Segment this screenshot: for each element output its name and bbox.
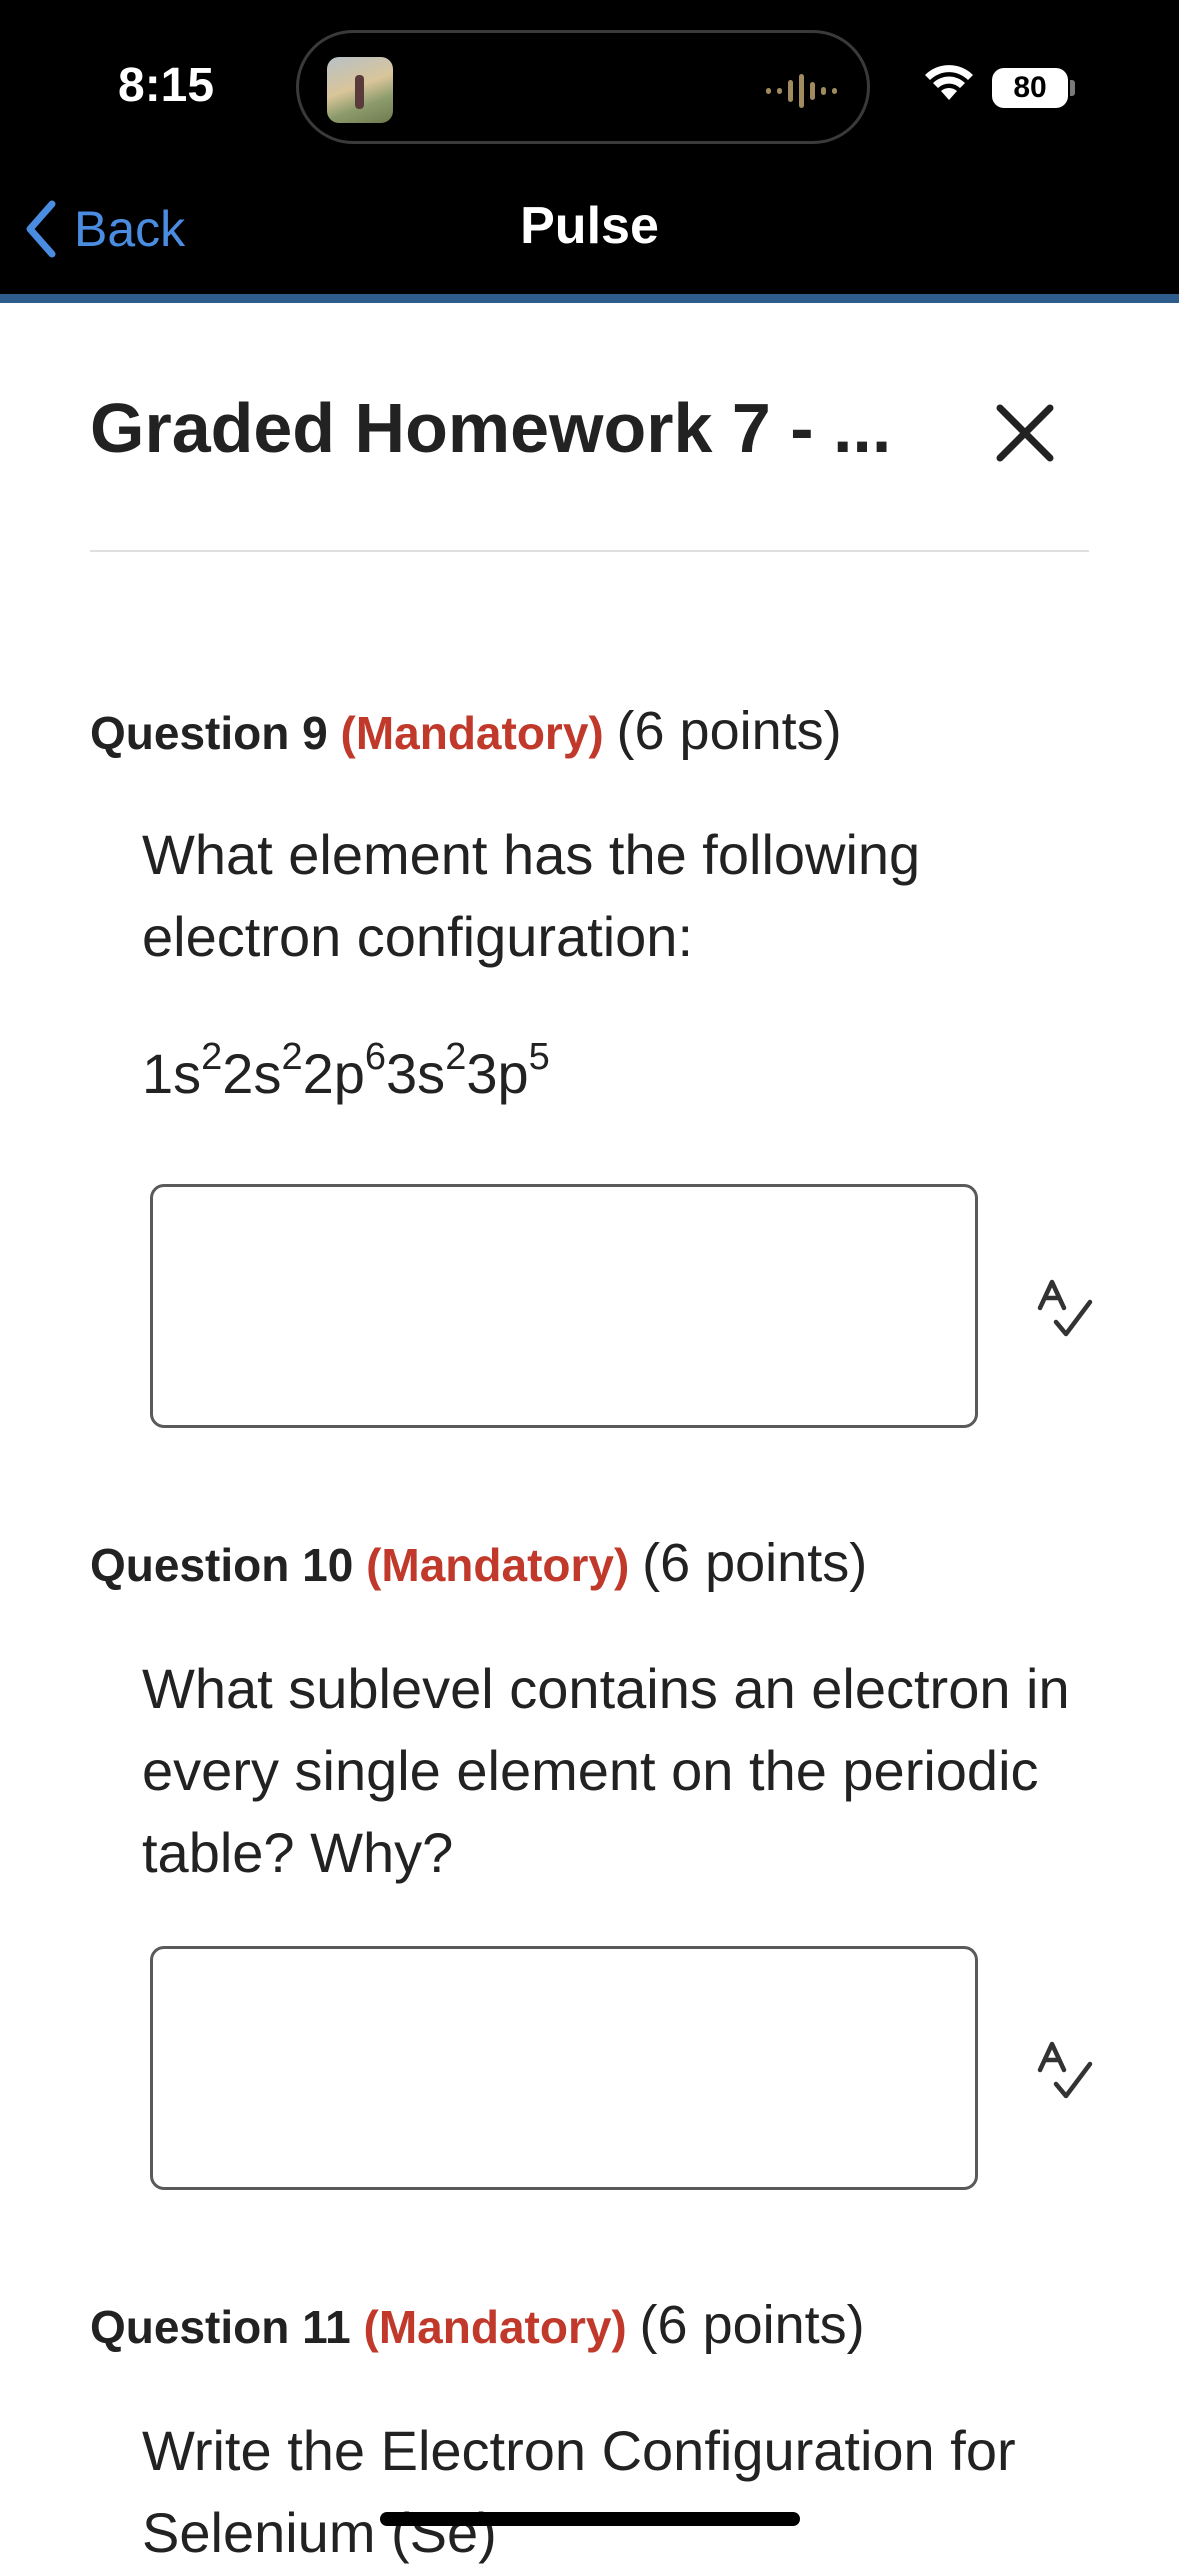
formula-term: 2p6 [302, 1036, 387, 1105]
question-11-text: Write the Electron Configuration for Sel… [142, 2419, 1016, 2564]
points-label: (6 points) [639, 2295, 865, 2355]
mandatory-label: (Mandatory) [366, 1539, 630, 1591]
question-number: Question 11 [90, 2301, 351, 2353]
question-number: Question 10 [90, 1539, 354, 1591]
points-label: (6 points) [616, 701, 842, 761]
battery-indicator: 80 [992, 68, 1068, 108]
spellcheck-icon[interactable] [1036, 2040, 1094, 2104]
header-divider [90, 550, 1089, 552]
audio-waveform-icon [766, 71, 837, 111]
status-time: 8:15 [118, 59, 215, 112]
question-10-text: What sublevel contains an electron in ev… [142, 1657, 1070, 1884]
page-title: Graded Homework 7 - ... [90, 389, 892, 467]
mandatory-label: (Mandatory) [340, 707, 604, 759]
now-playing-thumbnail [327, 57, 393, 123]
formula-term: 2s2 [222, 1036, 303, 1105]
formula-term: 3s2 [386, 1036, 467, 1105]
nav-bar: Back Pulse [0, 170, 1179, 303]
points-label: (6 points) [642, 1533, 868, 1593]
close-icon[interactable] [990, 398, 1060, 468]
question-11-heading: Question 11 (Mandatory) (6 points) [90, 2294, 865, 2356]
formula-term: 1s2 [142, 1036, 223, 1105]
formula-term: 3p5 [466, 1036, 550, 1105]
dynamic-island[interactable] [296, 30, 870, 144]
status-bar: 8:15 80 [0, 0, 1179, 170]
wifi-icon [925, 65, 973, 100]
mandatory-label: (Mandatory) [363, 2301, 627, 2353]
question-10-heading: Question 10 (Mandatory) (6 points) [90, 1532, 867, 1594]
home-indicator[interactable] [380, 2512, 800, 2526]
question-9-heading: Question 9 (Mandatory) (6 points) [90, 700, 842, 762]
question-9-answer-field[interactable] [150, 1184, 978, 1428]
spellcheck-icon[interactable] [1036, 1278, 1094, 1342]
question-number: Question 9 [90, 707, 328, 759]
nav-title: Pulse [520, 197, 659, 255]
question-10-answer-field[interactable] [150, 1946, 978, 2190]
battery-tip [1070, 80, 1075, 96]
electron-configuration-formula: 1s22s22p63s23p5 [142, 1036, 550, 1106]
question-9-text: What element has the following electron … [142, 823, 921, 968]
